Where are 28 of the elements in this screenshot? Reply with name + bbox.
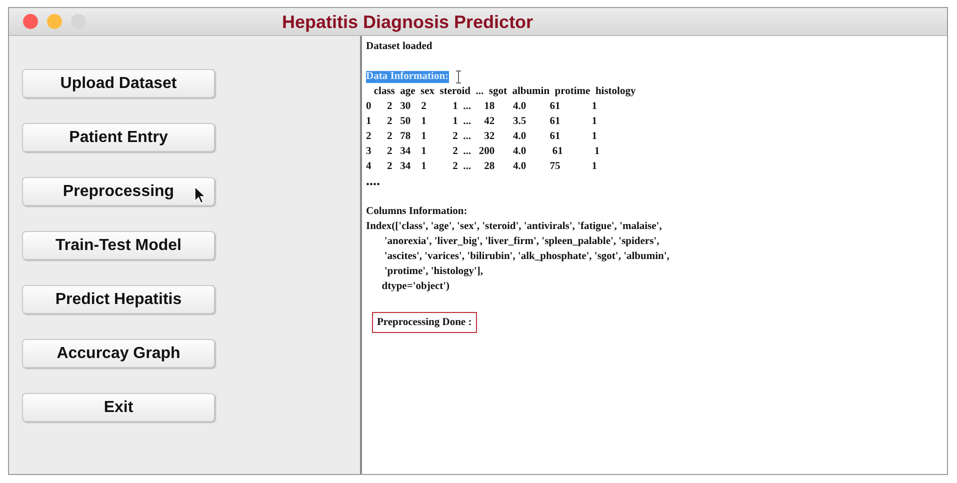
output-line: 1 2 50 1 1 ... 42 3.5 61 1 bbox=[366, 115, 597, 129]
sidebar-button[interactable]: Predict Hepatitis bbox=[22, 285, 215, 314]
status-message: Preprocessing Done : bbox=[372, 312, 477, 332]
output-line: 0 2 30 2 1 ... 18 4.0 61 1 bbox=[366, 100, 597, 114]
output-line: 'protime', 'histology'], bbox=[383, 265, 484, 279]
output-line: 3 2 34 1 2 ... 200 4.0 61 1 bbox=[366, 145, 600, 159]
output-line: dtype='object') bbox=[380, 280, 450, 294]
output-line: 4 2 34 1 2 ... 28 4.0 75 1 bbox=[366, 160, 597, 174]
selected-text: Data Information: bbox=[366, 70, 449, 82]
sidebar-button[interactable]: Patient Entry bbox=[22, 123, 215, 152]
text-cursor-icon bbox=[454, 70, 462, 84]
sidebar-button[interactable]: Accurcay Graph bbox=[22, 339, 215, 368]
output-line: 'ascites', 'varices', 'bilirubin', 'alk_phosphate', 'sgot', 'albumin', bbox=[383, 250, 670, 264]
output-line: .... bbox=[366, 174, 380, 189]
output-line: Index(['class', 'age', 'sex', 'steroid', 'antivirals', 'fatigue', 'malaise', bbox=[366, 220, 662, 234]
sidebar-button[interactable]: Upload Dataset bbox=[22, 69, 215, 98]
sidebar-button[interactable]: Exit bbox=[22, 393, 215, 422]
mouse-pointer-icon bbox=[194, 186, 206, 204]
window-title: Hepatitis Diagnosis Predictor bbox=[282, 12, 534, 33]
output-line: Columns Information: bbox=[366, 205, 468, 219]
output-line: class age sex steroid ... sgot albumin protime histology bbox=[372, 85, 636, 99]
output-line: 2 2 78 1 2 ... 32 4.0 61 1 bbox=[366, 130, 597, 144]
output-line: Dataset loaded bbox=[366, 40, 432, 54]
sidebar-button[interactable]: Train-Test Model bbox=[22, 231, 215, 260]
sidebar-button[interactable]: Preprocessing bbox=[22, 177, 215, 206]
output-line: 'anorexia', 'liver_big', 'liver_firm', 'spleen_palable', 'spiders', bbox=[383, 235, 660, 249]
window-control-button[interactable] bbox=[47, 14, 62, 29]
window-control-button[interactable] bbox=[23, 14, 38, 29]
